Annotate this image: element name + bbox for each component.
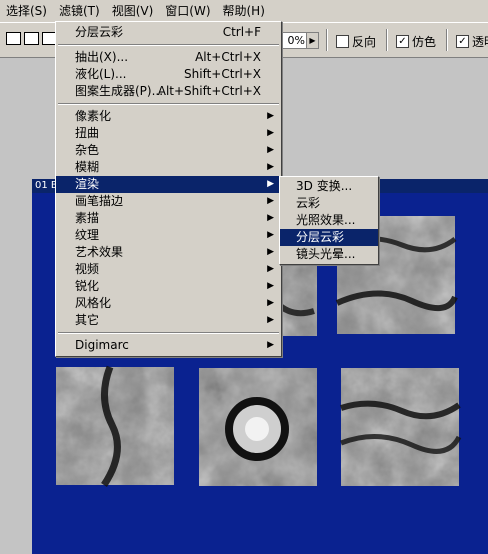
menu-item-submenu[interactable]: 像素化 ▶	[56, 108, 281, 125]
menu-item-submenu[interactable]: 纹理 ▶	[56, 227, 281, 244]
menu-item-label: 扭曲	[75, 126, 100, 140]
menu-item-label: 分层云彩	[296, 230, 345, 244]
reverse-checkbox[interactable]: 反向	[336, 33, 376, 50]
submenu-arrow-icon: ▶	[267, 247, 274, 257]
submenu-arrow-icon: ▶	[267, 213, 274, 223]
submenu-arrow-icon: ▶	[267, 128, 274, 138]
zoom-arrow-icon[interactable]: ▶	[306, 32, 319, 49]
menu-item-submenu[interactable]: 艺术效果 ▶	[56, 244, 281, 261]
menu-item-submenu[interactable]: 渲染 ▶	[56, 176, 281, 193]
render-menu-item[interactable]: 光照效果...	[280, 212, 378, 229]
add-selection-icon[interactable]	[24, 32, 39, 45]
checkbox-box[interactable]: ✓	[456, 35, 469, 48]
divider	[326, 29, 328, 51]
submenu-arrow-icon: ▶	[267, 264, 274, 274]
menu-bar: 选择(S) 滤镜(T) 视图(V) 窗口(W) 帮助(H)	[0, 0, 488, 23]
menu-item-label: 视频	[75, 262, 100, 276]
menu-item-label: 光照效果...	[296, 213, 356, 227]
render-submenu: 3D 变换... 云彩光照效果... 分层云彩镜头光晕...	[279, 176, 379, 265]
menu-item[interactable]: 图案生成器(P)... Alt+Shift+Ctrl+X	[56, 83, 281, 100]
checkbox-box[interactable]	[336, 35, 349, 48]
menu-item-label: 云彩	[296, 196, 321, 210]
menu-item-label: 风格化	[75, 296, 112, 310]
menu-item-label: 镜头光晕...	[296, 247, 356, 261]
menu-item-submenu[interactable]: 画笔描边 ▶	[56, 193, 281, 210]
submenu-arrow-icon: ▶	[267, 145, 274, 155]
menu-item-submenu[interactable]: 素描 ▶	[56, 210, 281, 227]
shortcut: Alt+Shift+Ctrl+X	[157, 84, 261, 98]
menu-item-submenu[interactable]: 视频 ▶	[56, 261, 281, 278]
menu-item-label: 抽出(X)...	[75, 50, 129, 64]
menu-item-label: 渲染	[75, 177, 100, 191]
tile-bottom-left	[56, 365, 174, 487]
menu-item-label: 液化(L)...	[75, 67, 127, 81]
menu-item-label: 分层云彩	[75, 25, 124, 39]
divider	[446, 29, 448, 51]
menu-item-submenu[interactable]: Digimarc ▶	[56, 337, 281, 354]
menu-separator	[58, 332, 279, 334]
menu-item-last-filter[interactable]: 分层云彩 Ctrl+F	[56, 24, 281, 41]
transparency-checkbox[interactable]: ✓ 透明	[456, 33, 488, 50]
render-menu-item[interactable]: 镜头光晕...	[280, 246, 378, 263]
submenu-arrow-icon: ▶	[267, 230, 274, 240]
menu-item[interactable]: 抽出(X)... Alt+Ctrl+X	[56, 49, 281, 66]
menu-item-submenu[interactable]: 风格化 ▶	[56, 295, 281, 312]
submenu-arrow-icon: ▶	[267, 196, 274, 206]
menu-item-submenu[interactable]: 模糊 ▶	[56, 159, 281, 176]
dither-checkbox[interactable]: ✓ 仿色	[396, 33, 436, 50]
menu-item-label: 画笔描边	[75, 194, 124, 208]
dither-label: 仿色	[412, 35, 437, 49]
menu-item-label: 杂色	[75, 143, 100, 157]
menu-separator	[58, 44, 279, 46]
menu-item-submenu[interactable]: 扭曲 ▶	[56, 125, 281, 142]
menu-item-submenu[interactable]: 锐化 ▶	[56, 278, 281, 295]
render-menu-item[interactable]: 云彩	[280, 195, 378, 212]
menu-item-label: 纹理	[75, 228, 100, 242]
menu-select[interactable]: 选择(S)	[0, 0, 53, 22]
checkbox-box[interactable]: ✓	[396, 35, 409, 48]
menu-item-label: 艺术效果	[75, 245, 124, 259]
menu-item-submenu[interactable]: 杂色 ▶	[56, 142, 281, 159]
submenu-arrow-icon: ▶	[267, 111, 274, 121]
menu-item-label: 3D 变换...	[296, 179, 353, 193]
transparency-label: 透明	[472, 35, 488, 49]
menu-item-label: Digimarc	[75, 338, 129, 352]
menu-item-label: 素描	[75, 211, 100, 225]
new-selection-icon[interactable]	[6, 32, 21, 45]
submenu-arrow-icon: ▶	[267, 162, 274, 172]
submenu-arrow-icon: ▶	[267, 340, 274, 350]
submenu-arrow-icon: ▶	[267, 179, 274, 189]
menu-view[interactable]: 视图(V)	[106, 0, 160, 22]
menu-item-label: 其它	[75, 313, 100, 327]
menu-item[interactable]: 液化(L)... Shift+Ctrl+X	[56, 66, 281, 83]
menu-window[interactable]: 窗口(W)	[159, 0, 216, 22]
submenu-arrow-icon: ▶	[267, 315, 274, 325]
shortcut: Shift+Ctrl+X	[184, 67, 261, 81]
render-menu-item[interactable]: 分层云彩	[280, 229, 378, 246]
shortcut: Ctrl+F	[222, 25, 261, 39]
submenu-arrow-icon: ▶	[267, 298, 274, 308]
menu-item-label: 锐化	[75, 279, 100, 293]
menu-item-label: 像素化	[75, 109, 112, 123]
shortcut: Alt+Ctrl+X	[195, 50, 261, 64]
render-menu-item[interactable]: 3D 变换...	[280, 178, 378, 195]
menu-separator	[58, 103, 279, 105]
submenu-arrow-icon: ▶	[267, 281, 274, 291]
filter-menu: 分层云彩 Ctrl+F 抽出(X)... Alt+Ctrl+X 液化(L)... Sh…	[55, 21, 282, 357]
menu-filter[interactable]: 滤镜(T)	[53, 0, 106, 22]
menu-item-label: 模糊	[75, 160, 100, 174]
menu-item-submenu[interactable]: 其它 ▶	[56, 312, 281, 329]
menu-item-label: 图案生成器(P)...	[75, 84, 164, 98]
divider	[386, 29, 388, 51]
reverse-label: 反向	[352, 35, 377, 49]
menu-help[interactable]: 帮助(H)	[217, 0, 271, 22]
tile-bottom-middle	[199, 368, 317, 486]
tile-bottom-right	[340, 368, 462, 486]
